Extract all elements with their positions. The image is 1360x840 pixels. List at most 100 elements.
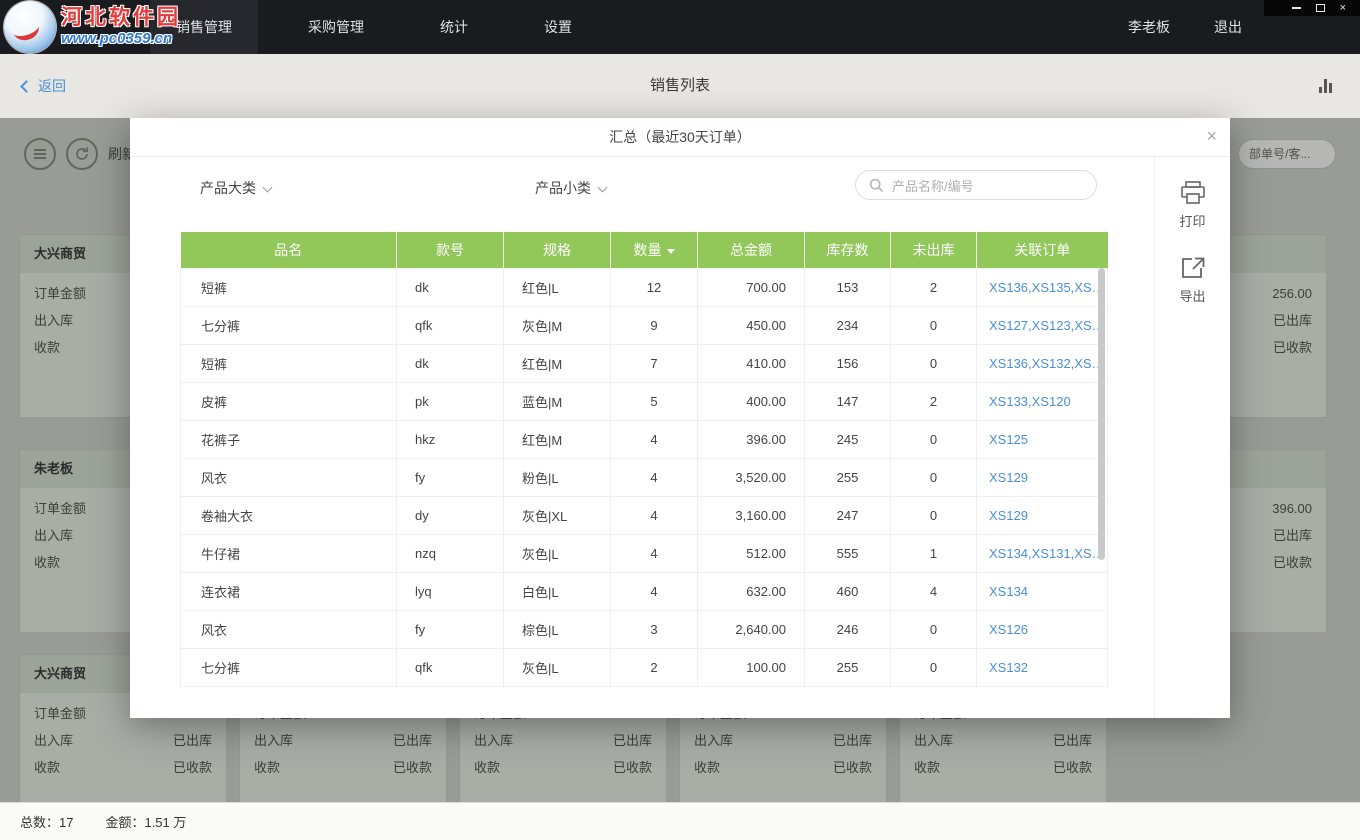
cell-product-name: 短裤 — [181, 344, 397, 382]
cell-stock: 255 — [805, 648, 891, 686]
status-bar: 总数：17 金额：1.51 万 — [0, 802, 1360, 840]
major-category-dropdown[interactable]: 产品大类 — [200, 178, 271, 198]
maximize-icon[interactable] — [1316, 4, 1325, 12]
col-style-code[interactable]: 款号 — [397, 232, 504, 268]
logout-button[interactable]: 退出 — [1214, 17, 1242, 37]
back-button[interactable]: 返回 — [22, 54, 66, 118]
cell-total-amount: 450.00 — [698, 306, 805, 344]
cell-product-name: 风衣 — [181, 610, 397, 648]
table-row[interactable]: 七分裤 qfk 灰色|M 9 450.00 234 0 XS127,XS123,… — [181, 306, 1108, 344]
table-row[interactable]: 皮裤 pk 蓝色|M 5 400.00 147 2 XS133,XS120 — [181, 382, 1108, 420]
cell-total-amount: 400.00 — [698, 382, 805, 420]
cell-style-code: qfk — [397, 306, 504, 344]
cell-style-code: qfk — [397, 648, 504, 686]
product-search-input[interactable]: 产品名称/编号 — [855, 170, 1097, 200]
cell-style-code: pk — [397, 382, 504, 420]
titlebar: 销售管理 采购管理 统计 设置 李老板 退出 × — [0, 0, 1360, 54]
cell-quantity: 5 — [611, 382, 698, 420]
col-related-orders[interactable]: 关联订单 — [977, 232, 1108, 268]
cell-spec: 棕色|L — [504, 610, 611, 648]
table-scrollbar[interactable] — [1098, 268, 1105, 560]
cell-unshipped: 4 — [891, 572, 977, 610]
cell-quantity: 4 — [611, 534, 698, 572]
menu-purchase[interactable]: 采购管理 — [282, 0, 390, 54]
related-orders-link[interactable]: XS136,XS135,XS1... — [977, 268, 1108, 306]
table-row[interactable]: 风衣 fy 粉色|L 4 3,520.00 255 0 XS129 — [181, 458, 1108, 496]
col-stock[interactable]: 库存数 — [805, 232, 891, 268]
cell-stock: 156 — [805, 344, 891, 382]
modal-close-icon[interactable]: × — [1206, 125, 1217, 147]
cell-spec: 灰色|M — [504, 306, 611, 344]
cell-stock: 153 — [805, 268, 891, 306]
major-category-label: 产品大类 — [200, 180, 256, 196]
cell-total-amount: 2,640.00 — [698, 610, 805, 648]
cell-product-name: 七分裤 — [181, 306, 397, 344]
related-orders-link[interactable]: XS126 — [977, 610, 1108, 648]
cell-stock: 234 — [805, 306, 891, 344]
cell-style-code: fy — [397, 458, 504, 496]
cell-spec: 红色|L — [504, 268, 611, 306]
menu-statistics[interactable]: 统计 — [414, 0, 494, 54]
site-watermark: 河北软件园 www.pc0359.cn — [4, 1, 181, 53]
related-orders-link[interactable]: XS134 — [977, 572, 1108, 610]
related-orders-link[interactable]: XS125 — [977, 420, 1108, 458]
close-window-icon[interactable]: × — [1340, 3, 1346, 13]
related-orders-link[interactable]: XS134,XS131,XS122... — [977, 534, 1108, 572]
menu-settings[interactable]: 设置 — [518, 0, 598, 54]
print-label: 打印 — [1155, 211, 1230, 230]
table-row[interactable]: 风衣 fy 棕色|L 3 2,640.00 246 0 XS126 — [181, 610, 1108, 648]
cell-unshipped: 2 — [891, 268, 977, 306]
col-quantity[interactable]: 数量 — [611, 232, 698, 268]
table-row[interactable]: 花裤子 hkz 红色|M 4 396.00 245 0 XS125 — [181, 420, 1108, 458]
related-orders-link[interactable]: XS132 — [977, 648, 1108, 686]
col-total-amount[interactable]: 总金额 — [698, 232, 805, 268]
minimize-icon[interactable] — [1292, 7, 1301, 9]
col-unshipped[interactable]: 未出库 — [891, 232, 977, 268]
watermark-site-url: www.pc0359.cn — [61, 30, 181, 47]
export-button[interactable]: 导出 — [1155, 256, 1230, 305]
main-menu: 销售管理 采购管理 统计 设置 — [150, 0, 622, 54]
cell-product-name: 短裤 — [181, 268, 397, 306]
table-header-row: 品名 款号 规格 数量 总金额 库存数 未出库 关联订单 — [181, 232, 1108, 268]
related-orders-link[interactable]: XS129 — [977, 496, 1108, 534]
bar-chart-icon[interactable] — [1319, 79, 1332, 93]
chevron-down-icon — [598, 183, 608, 193]
table-row[interactable]: 短裤 dk 红色|M 7 410.00 156 0 XS136,XS132,XS… — [181, 344, 1108, 382]
cell-unshipped: 0 — [891, 458, 977, 496]
cell-style-code: hkz — [397, 420, 504, 458]
cell-unshipped: 0 — [891, 306, 977, 344]
col-spec[interactable]: 规格 — [504, 232, 611, 268]
table-row[interactable]: 短裤 dk 红色|L 12 700.00 153 2 XS136,XS135,X… — [181, 268, 1108, 306]
related-orders-link[interactable]: XS133,XS120 — [977, 382, 1108, 420]
cell-product-name: 连衣裙 — [181, 572, 397, 610]
table-row[interactable]: 牛仔裙 nzq 灰色|L 4 512.00 555 1 XS134,XS131,… — [181, 534, 1108, 572]
cell-spec: 红色|M — [504, 420, 611, 458]
cell-spec: 灰色|L — [504, 534, 611, 572]
cell-unshipped: 1 — [891, 534, 977, 572]
minor-category-dropdown[interactable]: 产品小类 — [535, 178, 606, 198]
chevron-down-icon — [263, 183, 273, 193]
cell-stock: 245 — [805, 420, 891, 458]
cell-total-amount: 410.00 — [698, 344, 805, 382]
table-row[interactable]: 连衣裙 lyq 白色|L 4 632.00 460 4 XS134 — [181, 572, 1108, 610]
current-user[interactable]: 李老板 — [1128, 17, 1170, 37]
back-label: 返回 — [38, 76, 66, 96]
cell-spec: 蓝色|M — [504, 382, 611, 420]
cell-unshipped: 2 — [891, 382, 977, 420]
related-orders-link[interactable]: XS129 — [977, 458, 1108, 496]
cell-spec: 红色|M — [504, 344, 611, 382]
cell-quantity: 4 — [611, 420, 698, 458]
cell-total-amount: 100.00 — [698, 648, 805, 686]
table-row[interactable]: 卷袖大衣 dy 灰色|XL 4 3,160.00 247 0 XS129 — [181, 496, 1108, 534]
status-total-count: 总数：17 — [20, 812, 73, 831]
cell-spec: 白色|L — [504, 572, 611, 610]
cell-product-name: 皮裤 — [181, 382, 397, 420]
page-title: 销售列表 — [0, 54, 1360, 118]
minor-category-label: 产品小类 — [535, 180, 591, 196]
table-row[interactable]: 七分裤 qfk 灰色|L 2 100.00 255 0 XS132 — [181, 648, 1108, 686]
related-orders-link[interactable]: XS127,XS123,XS122... — [977, 306, 1108, 344]
print-button[interactable]: 打印 — [1155, 181, 1230, 230]
related-orders-link[interactable]: XS136,XS132,XS124... — [977, 344, 1108, 382]
col-product-name[interactable]: 品名 — [181, 232, 397, 268]
cell-unshipped: 0 — [891, 496, 977, 534]
